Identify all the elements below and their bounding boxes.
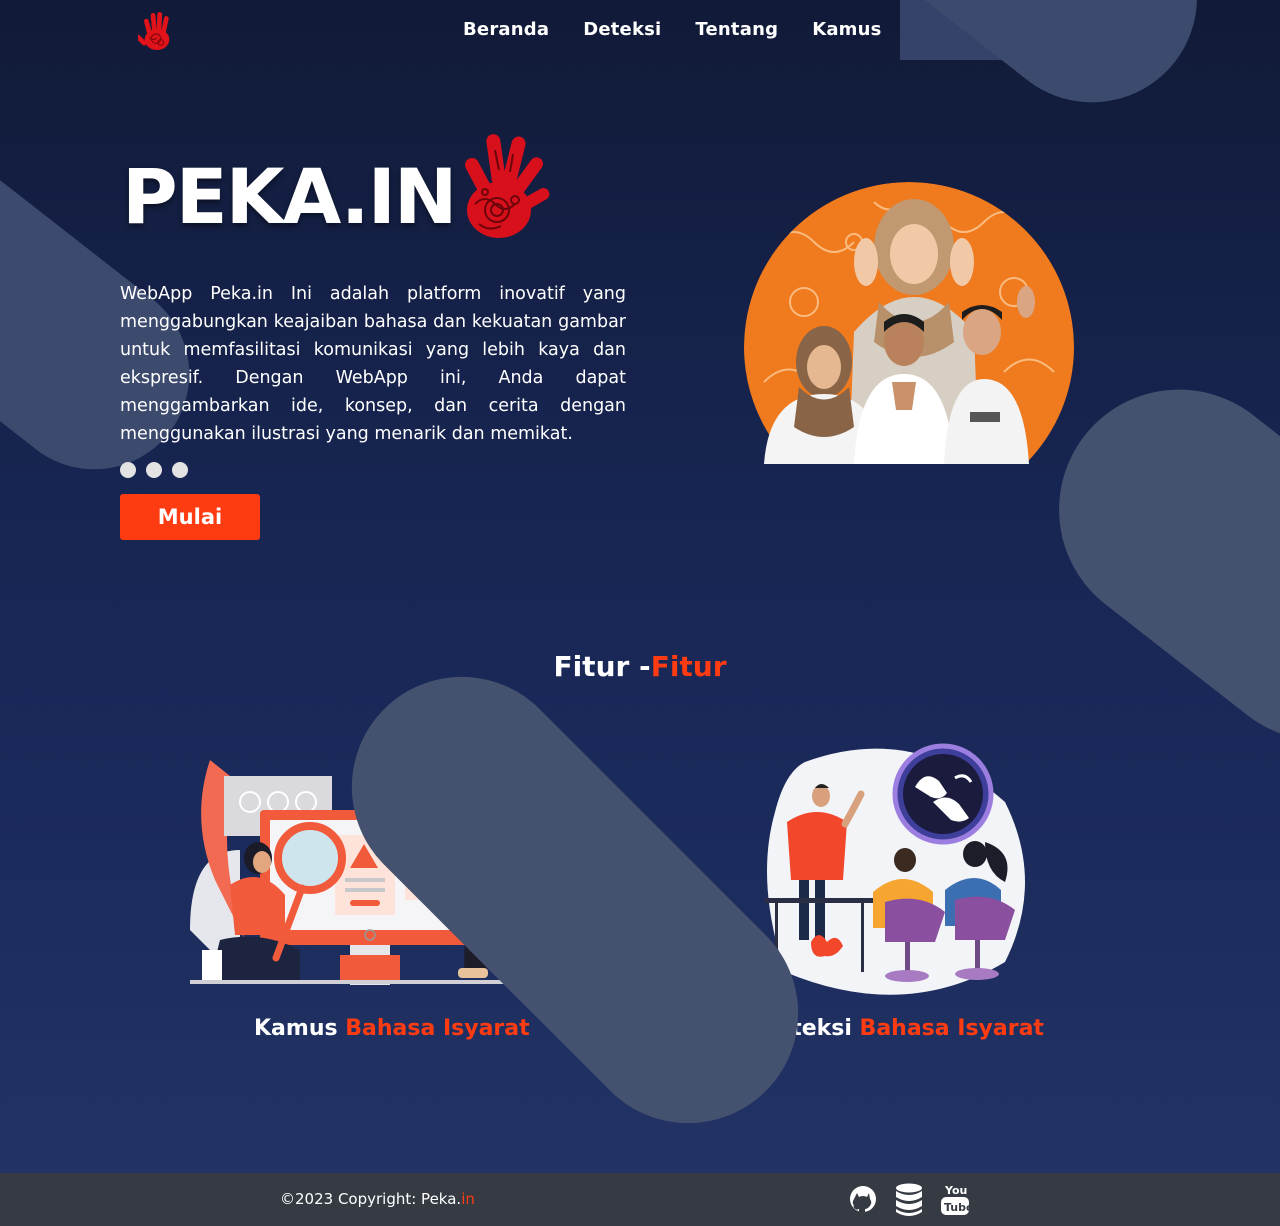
magnifier-search-illustration[interactable] [190, 740, 590, 998]
nav-kamus[interactable]: Kamus [812, 19, 881, 40]
copyright-text: ©2023 Copyright: Peka.in [280, 1190, 475, 1208]
features-title-main: Fitur - [553, 650, 651, 683]
card-title-accent: Bahasa Isyarat [859, 1016, 1044, 1041]
youtube-icon[interactable]: You Tube [940, 1181, 973, 1217]
nav-links: Beranda Deteksi Tentang Kamus [463, 19, 882, 40]
footer-icons: You Tube [848, 1181, 973, 1217]
card-title-kamus[interactable]: Kamus Bahasa Isyarat [254, 1016, 530, 1041]
carousel-dot[interactable] [146, 462, 162, 478]
nav-tentang[interactable]: Tentang [695, 19, 778, 40]
hand-logo-icon[interactable] [135, 9, 176, 53]
github-icon[interactable] [848, 1181, 878, 1217]
database-icon[interactable] [894, 1181, 924, 1217]
carousel-dot[interactable] [120, 462, 136, 478]
navbar: Beranda Deteksi Tentang Kamus [0, 0, 1280, 62]
footer: ©2023 Copyright: Peka.in You Tube [0, 1173, 1280, 1226]
copyright-accent: in [461, 1190, 475, 1208]
team-photo [744, 182, 1074, 464]
card-title-deteksi[interactable]: Deteksi Bahasa Isyarat [758, 1016, 1044, 1041]
features-title-accent: Fitur [650, 650, 727, 683]
hero-description: WebApp Peka.in Ini adalah platform inova… [120, 284, 626, 444]
nav-deteksi[interactable]: Deteksi [583, 19, 661, 40]
red-batik-hand-icon [455, 130, 555, 242]
sign-language-class-illustration[interactable] [765, 742, 1027, 998]
copyright-main: ©2023 Copyright: Peka. [280, 1190, 462, 1208]
card-title-main: Kamus [254, 1016, 346, 1041]
hero-title: PEKA.IN [122, 152, 457, 241]
carousel-dots [120, 462, 188, 478]
nav-beranda[interactable]: Beranda [463, 19, 549, 40]
svg-text:Tube: Tube [944, 1201, 970, 1214]
card-title-accent: Bahasa Isyarat [345, 1016, 530, 1041]
features-title: Fitur -Fitur [0, 650, 1280, 683]
card-title-main: Deteksi [758, 1016, 860, 1041]
start-button[interactable]: Mulai [120, 494, 260, 540]
svg-text:You: You [944, 1184, 967, 1197]
carousel-dot[interactable] [172, 462, 188, 478]
